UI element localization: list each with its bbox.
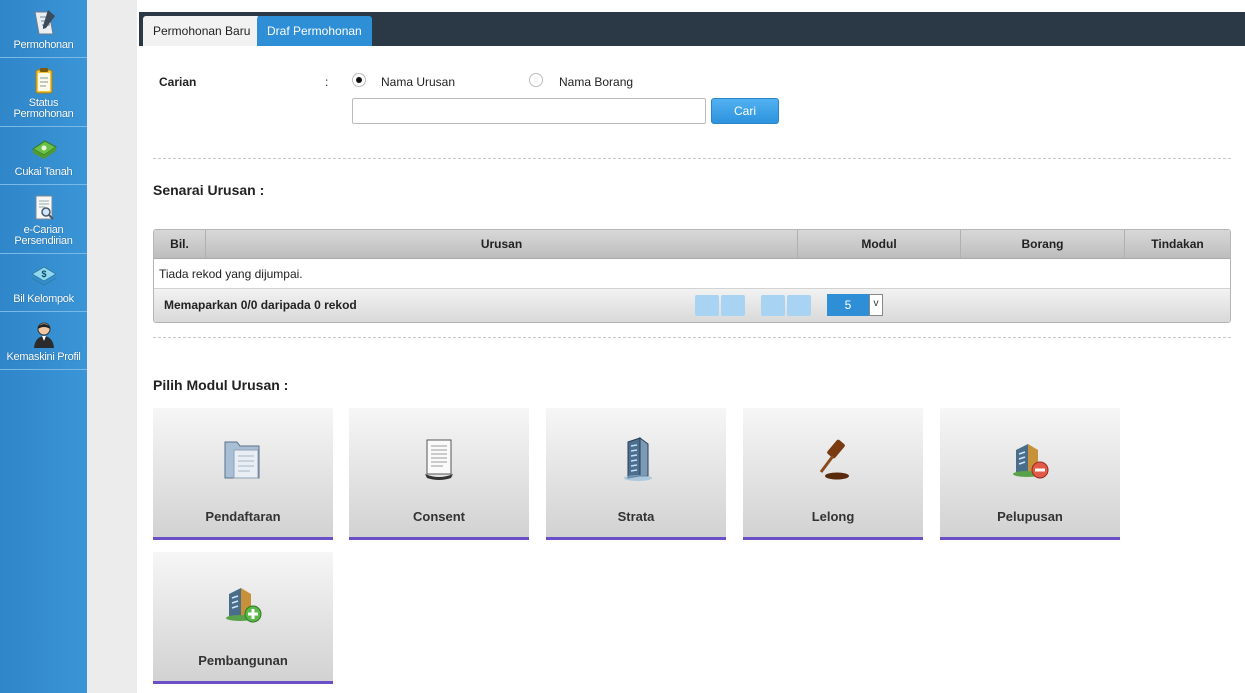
sidebar-item-label: Kemaskini Profil <box>6 351 81 363</box>
building-add-icon <box>226 588 262 623</box>
main-content: Permohonan Baru Draf Permohonan Carian :… <box>137 0 1245 693</box>
empty-row: Tiada rekod yang dijumpai. <box>154 259 1230 289</box>
first-page-button[interactable] <box>695 295 719 316</box>
sidebar-item-label: Cukai Tanah <box>14 166 73 178</box>
column-header-modul[interactable]: Modul <box>798 230 961 258</box>
money-icon: $ <box>30 266 57 286</box>
page-size-value: 5 <box>827 294 869 316</box>
table-header: Bil. Urusan Modul Borang Tindakan <box>154 230 1230 259</box>
radio-nama-borang[interactable] <box>529 73 543 87</box>
module-tile-consent[interactable]: Consent <box>349 408 529 540</box>
module-label: Pelupusan <box>997 509 1063 524</box>
radio-nama-borang-label: Nama Borang <box>559 75 634 89</box>
module-label: Consent <box>413 509 465 524</box>
column-header-urusan[interactable]: Urusan <box>206 230 798 258</box>
modules-heading: Pilih Modul Urusan : <box>153 377 289 393</box>
sidebar-item-label: Bil Kelompok <box>13 293 74 305</box>
sidebar-item-label: Permohonan <box>13 39 74 51</box>
gavel-icon <box>819 439 849 480</box>
sidebar-item-bil-kelompok[interactable]: $ Bil Kelompok <box>0 254 87 312</box>
sidebar-item-cukai-tanah[interactable]: Cukai Tanah <box>0 127 87 185</box>
next-page-button[interactable] <box>761 295 785 316</box>
tab-permohonan-baru[interactable]: Permohonan Baru <box>143 16 261 46</box>
module-label: Strata <box>617 509 655 524</box>
module-label: Pendaftaran <box>205 509 281 524</box>
last-page-button[interactable] <box>787 295 811 316</box>
prev-page-button[interactable] <box>721 295 745 316</box>
building-icon <box>624 437 652 481</box>
sidebar: Permohonan Status Permohonan Cukai Tanah… <box>0 0 87 693</box>
radio-nama-urusan-label: Nama Urusan <box>381 75 456 89</box>
list-heading: Senarai Urusan : <box>153 182 265 198</box>
cash-stack-icon <box>31 140 57 159</box>
user-icon <box>33 322 54 348</box>
module-tile-pendaftaran[interactable]: Pendaftaran <box>153 408 333 540</box>
clipboard-icon <box>35 68 52 94</box>
sidebar-gutter <box>87 0 137 693</box>
pagination-info: Memaparkan 0/0 daripada 0 rekod <box>164 298 357 312</box>
divider <box>153 158 1231 159</box>
module-tile-lelong[interactable]: Lelong <box>743 408 923 540</box>
divider <box>153 337 1231 338</box>
search-input[interactable] <box>352 98 706 124</box>
tab-draf-permohonan[interactable]: Draf Permohonan <box>257 16 372 46</box>
column-header-bil[interactable]: Bil. <box>154 230 206 258</box>
search-colon: : <box>325 75 329 89</box>
search-button[interactable]: Cari <box>711 98 779 124</box>
column-header-borang[interactable]: Borang <box>961 230 1125 258</box>
column-header-tindakan[interactable]: Tindakan <box>1125 230 1230 258</box>
chevron-down-icon: v <box>869 294 883 316</box>
page-size-select[interactable]: 5 v <box>827 294 883 316</box>
urusan-table: Bil. Urusan Modul Borang Tindakan Tiada … <box>153 229 1231 323</box>
sidebar-item-status-permohonan[interactable]: Status Permohonan <box>0 58 87 127</box>
svg-text:$: $ <box>41 269 46 279</box>
table-footer: Memaparkan 0/0 daripada 0 rekod 5 v <box>154 289 1230 322</box>
module-label: Pembangunan <box>198 653 288 668</box>
document-icon <box>425 439 453 480</box>
radio-nama-urusan[interactable] <box>352 73 366 87</box>
sidebar-item-e-carian[interactable]: e-Carian Persendirian <box>0 185 87 254</box>
module-tile-pelupusan[interactable]: Pelupusan <box>940 408 1120 540</box>
module-tile-pembangunan[interactable]: Pembangunan <box>153 552 333 684</box>
document-search-icon <box>35 195 54 220</box>
tab-bar: Permohonan Baru Draf Permohonan <box>139 12 1245 46</box>
sidebar-item-label: Status Permohonan <box>13 97 74 120</box>
search-label: Carian <box>159 75 197 89</box>
module-label: Lelong <box>811 509 855 524</box>
module-tile-strata[interactable]: Strata <box>546 408 726 540</box>
building-remove-icon <box>1013 444 1049 479</box>
document-pen-icon <box>33 10 55 35</box>
sidebar-item-label: e-Carian Persendirian <box>14 224 73 247</box>
folder-icon <box>224 441 260 479</box>
sidebar-item-kemaskini-profil[interactable]: Kemaskini Profil <box>0 312 87 370</box>
sidebar-item-permohonan[interactable]: Permohonan <box>0 0 87 58</box>
